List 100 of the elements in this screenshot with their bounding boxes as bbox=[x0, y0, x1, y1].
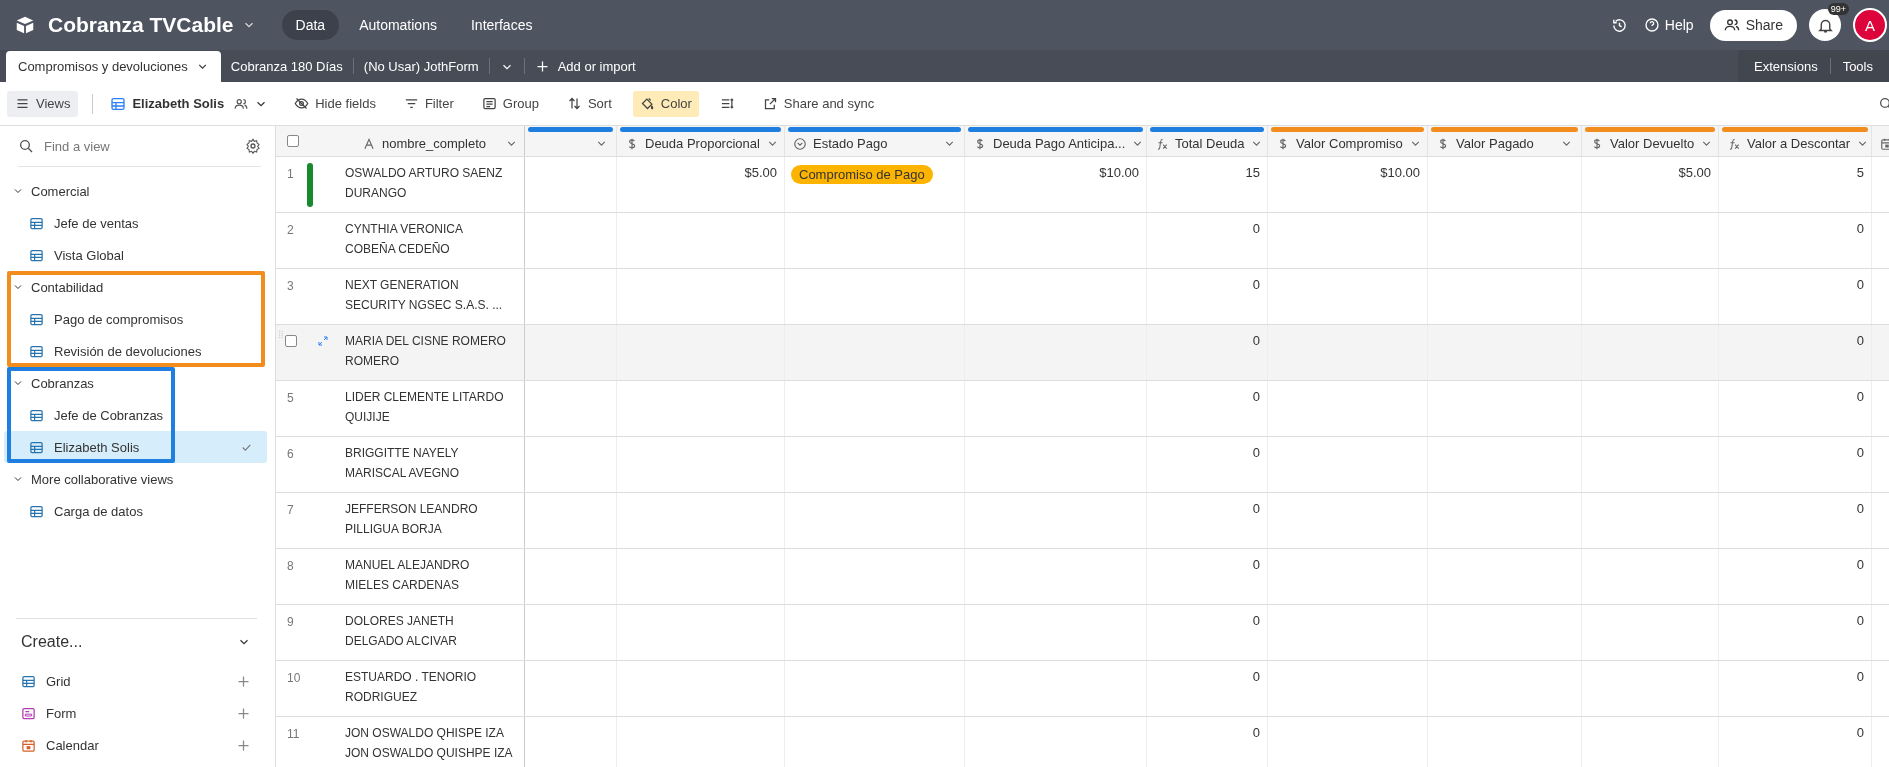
grid-icon bbox=[110, 95, 127, 112]
settings-icon[interactable] bbox=[245, 138, 261, 154]
section-header[interactable]: More collaborative views bbox=[0, 463, 275, 495]
grid-icon bbox=[29, 439, 44, 455]
group-button[interactable]: Group bbox=[474, 90, 546, 117]
drag-handle-icon[interactable] bbox=[276, 329, 286, 339]
formula-icon bbox=[1727, 136, 1741, 151]
table-cell: LIDER CLEMENTE LITARDO QUIJIJE bbox=[340, 381, 525, 436]
row-number: 8 bbox=[286, 558, 294, 575]
search-icon bbox=[18, 138, 34, 154]
table-cell: 0 bbox=[1252, 669, 1260, 684]
create-view-item[interactable]: Grid bbox=[16, 665, 257, 697]
table-cell: 0 bbox=[1856, 389, 1864, 404]
grid-icon bbox=[29, 343, 44, 359]
table-cell: MARIA DEL CISNE ROMERO ROMERO bbox=[340, 325, 525, 380]
table-cell: 0 bbox=[1252, 445, 1260, 460]
view-item[interactable]: Pago de compromisos bbox=[4, 303, 267, 335]
table-cell: OSWALDO ARTURO SAENZ DURANGO bbox=[340, 157, 525, 212]
table-cell: 0 bbox=[1856, 613, 1864, 628]
create-view-item[interactable]: Form bbox=[16, 697, 257, 729]
grid-icon bbox=[29, 311, 44, 327]
table-cell: JON OSWALDO QHISPE IZA JON OSWALDO QUISHPE IZA bbox=[340, 717, 525, 767]
table-tab[interactable]: Cobranza 180 Días bbox=[220, 51, 353, 82]
table-tab[interactable]: Compromisos y devoluciones bbox=[6, 51, 221, 82]
sort-icon bbox=[566, 96, 582, 111]
column-header[interactable]: Valor a Descontar bbox=[1719, 126, 1872, 156]
column-header[interactable]: Valor Pagado bbox=[1428, 126, 1582, 156]
user-avatar[interactable]: A bbox=[1853, 8, 1887, 42]
eye-slash-icon bbox=[294, 96, 310, 111]
row-number: 1 bbox=[286, 166, 294, 183]
text-type-icon bbox=[362, 136, 376, 151]
header-checkbox[interactable] bbox=[287, 135, 299, 147]
create-view-item[interactable]: Calendar bbox=[16, 729, 257, 761]
view-item[interactable]: Jefe de ventas bbox=[4, 207, 267, 239]
column-header[interactable]: Total Deuda bbox=[1147, 126, 1268, 156]
table-cell: 15 bbox=[1245, 165, 1260, 180]
logo-icon bbox=[14, 14, 36, 36]
nav-tab[interactable]: Interfaces bbox=[456, 10, 547, 40]
view-item[interactable]: Vista Global bbox=[4, 239, 267, 271]
tools-button[interactable]: Tools bbox=[1830, 50, 1885, 82]
hide-fields-button[interactable]: Hide fields bbox=[287, 90, 383, 117]
section-header[interactable]: Cobranzas bbox=[0, 367, 275, 399]
table-cell: JEFFERSON LEANDRO PILLIGUA BORJA bbox=[340, 493, 525, 548]
base-title: Cobranza TVCable bbox=[48, 13, 234, 37]
table-cell: 0 bbox=[1856, 221, 1864, 236]
table-cell: 0 bbox=[1856, 445, 1864, 460]
create-menu-toggle[interactable]: Create... bbox=[16, 623, 257, 661]
table-cell: 0 bbox=[1856, 333, 1864, 348]
color-button[interactable]: Color bbox=[632, 90, 699, 117]
table-cell: $10.00 bbox=[1099, 165, 1139, 180]
row-number: 5 bbox=[286, 390, 294, 407]
row-checkbox[interactable] bbox=[285, 335, 297, 347]
column-header[interactable]: Deuda Proporcional bbox=[617, 126, 785, 156]
notification-badge: 99+ bbox=[1827, 3, 1849, 15]
table-cell: 0 bbox=[1252, 389, 1260, 404]
people-icon bbox=[234, 96, 249, 111]
column-header[interactable]: nombre_completo bbox=[340, 126, 525, 156]
table-cell: 5 bbox=[1856, 165, 1864, 180]
table-cell: 0 bbox=[1856, 277, 1864, 292]
grid-icon bbox=[29, 407, 44, 423]
share-sync-button[interactable]: Share and sync bbox=[755, 90, 882, 117]
view-item[interactable]: Revisión de devoluciones bbox=[4, 335, 267, 367]
view-item[interactable]: Jefe de Cobranzas bbox=[4, 399, 267, 431]
table-cell: CYNTHIA VERONICA COBEÑA CEDEÑO bbox=[340, 213, 525, 268]
table-cell: 0 bbox=[1252, 613, 1260, 628]
help-icon bbox=[1643, 17, 1660, 33]
nav-tab[interactable]: Data bbox=[281, 10, 340, 40]
view-switcher[interactable]: Elizabeth Solis bbox=[103, 90, 276, 117]
column-header[interactable]: Estado Pago bbox=[785, 126, 965, 156]
filter-button[interactable]: Filter bbox=[396, 90, 461, 117]
help-button[interactable]: Help bbox=[1639, 13, 1698, 37]
row-height-icon bbox=[719, 96, 735, 111]
nav-tab[interactable]: Automations bbox=[345, 10, 451, 40]
section-header[interactable]: Contabilidad bbox=[0, 271, 275, 303]
column-header[interactable]: Valor Compromiso bbox=[1268, 126, 1428, 156]
share-button[interactable]: Share bbox=[1709, 9, 1797, 41]
section-header[interactable]: Comercial bbox=[0, 175, 275, 207]
view-item[interactable]: Carga de datos bbox=[4, 495, 267, 527]
row-number: 6 bbox=[286, 446, 294, 463]
table-cell: 0 bbox=[1252, 501, 1260, 516]
grid-icon bbox=[29, 215, 44, 231]
extensions-button[interactable]: Extensions bbox=[1742, 50, 1830, 82]
expand-icon[interactable] bbox=[317, 335, 329, 347]
table-cell: 0 bbox=[1856, 725, 1864, 740]
table-cell: 0 bbox=[1856, 501, 1864, 516]
row-number: 10 bbox=[286, 670, 301, 687]
formula-icon bbox=[1155, 136, 1169, 151]
table-cell: $5.00 bbox=[744, 165, 777, 180]
table-tab[interactable]: (No Usar) JothForm bbox=[353, 51, 489, 82]
row-number: 3 bbox=[286, 278, 294, 295]
table-cell: 0 bbox=[1252, 277, 1260, 292]
table-cell: 0 bbox=[1856, 557, 1864, 572]
status-tag: Compromiso de Pago bbox=[791, 165, 933, 184]
column-header[interactable]: Deuda Pago Anticipa... bbox=[965, 126, 1147, 156]
column-header[interactable]: Valor Devuelto bbox=[1582, 126, 1719, 156]
table-cell: ESTUARDO . TENORIO RODRIGUEZ bbox=[340, 661, 525, 716]
sort-button[interactable]: Sort bbox=[559, 90, 619, 117]
history-icon[interactable] bbox=[1610, 16, 1628, 34]
views-button[interactable]: Views bbox=[7, 90, 79, 117]
add-table-button[interactable]: Add or import bbox=[524, 51, 646, 82]
